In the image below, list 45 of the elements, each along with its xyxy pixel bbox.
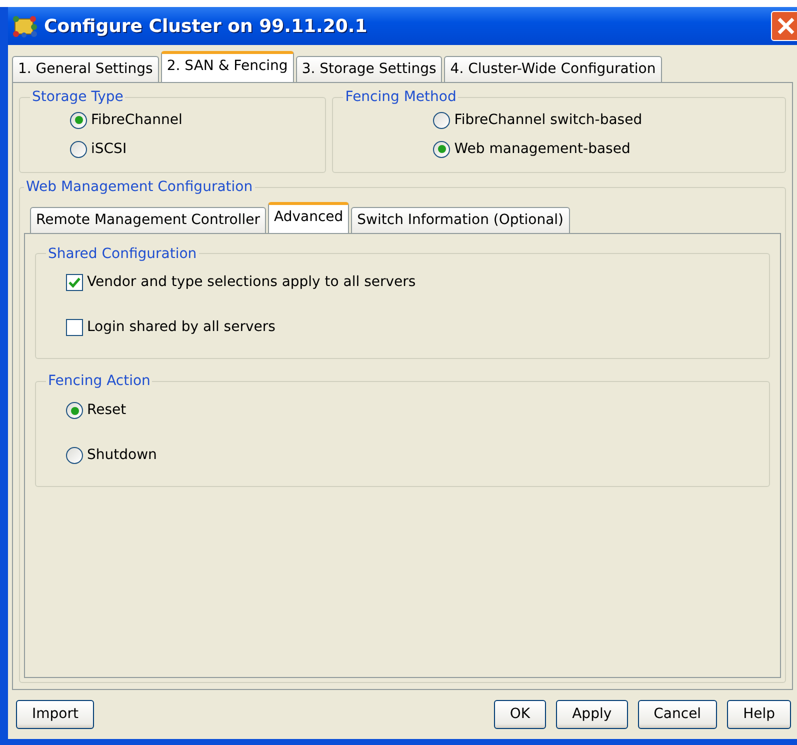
tab[interactable]: 2. SAN & Fencing: [160, 51, 294, 82]
checkbox[interactable]: [66, 319, 83, 336]
group-title: Fencing Method: [344, 89, 458, 106]
tab[interactable]: 4. Cluster-Wide Configuration: [444, 56, 662, 82]
radio-option[interactable]: Reset: [66, 396, 759, 426]
close-icon: [777, 17, 795, 35]
radio-button[interactable]: [70, 140, 87, 158]
dialog-button[interactable]: Cancel: [638, 700, 718, 729]
radio-button[interactable]: [433, 140, 450, 158]
checkbox-option[interactable]: Vendor and type selections apply to all servers: [66, 268, 759, 298]
tab[interactable]: Switch Information (Optional): [351, 206, 570, 233]
group-title: Fencing Action: [47, 373, 152, 390]
tab[interactable]: Advanced: [268, 202, 350, 233]
radio-option[interactable]: FibreChannel switch-based: [433, 106, 776, 135]
radio-label: Shutdown: [87, 446, 157, 466]
radio-button[interactable]: [70, 112, 87, 129]
checkbox-label: Login shared by all servers: [87, 318, 276, 338]
dialog-button[interactable]: Apply: [556, 700, 628, 729]
radio-label: Web management-based: [454, 140, 630, 159]
checkbox[interactable]: [66, 274, 83, 292]
window-title: Configure Cluster on 99.11.20.1: [44, 14, 368, 38]
radio-option[interactable]: Web management-based: [433, 134, 776, 164]
checkbox-option[interactable]: Login shared by all servers: [66, 313, 759, 342]
radio-option[interactable]: FibreChannel: [70, 106, 316, 135]
radio-label: Reset: [87, 401, 126, 420]
tab[interactable]: Remote Management Controller: [30, 206, 266, 233]
radio-option[interactable]: iSCSI: [70, 134, 316, 164]
radio-button[interactable]: [66, 402, 83, 420]
tab[interactable]: 3. Storage Settings: [296, 56, 442, 82]
tab[interactable]: 1. General Settings: [12, 56, 159, 82]
radio-button[interactable]: [433, 112, 450, 129]
dialog-button[interactable]: OK: [494, 700, 546, 729]
dialog-button[interactable]: Help: [727, 700, 791, 729]
radio-option[interactable]: Shutdown: [66, 441, 759, 470]
checkbox-label: Vendor and type selections apply to all servers: [87, 273, 416, 292]
radio-label: FibreChannel switch-based: [454, 110, 642, 130]
radio-label: FibreChannel: [91, 110, 182, 130]
group-title: Web Management Configuration: [25, 178, 254, 196]
cluster-icon: [12, 14, 38, 38]
radio-button[interactable]: [66, 447, 83, 464]
group-title: Shared Configuration: [47, 246, 198, 262]
dialog-button[interactable]: Import: [16, 700, 94, 729]
group-title: Storage Type: [31, 89, 124, 106]
close-button[interactable]: [771, 11, 797, 41]
radio-label: iSCSI: [91, 140, 127, 159]
